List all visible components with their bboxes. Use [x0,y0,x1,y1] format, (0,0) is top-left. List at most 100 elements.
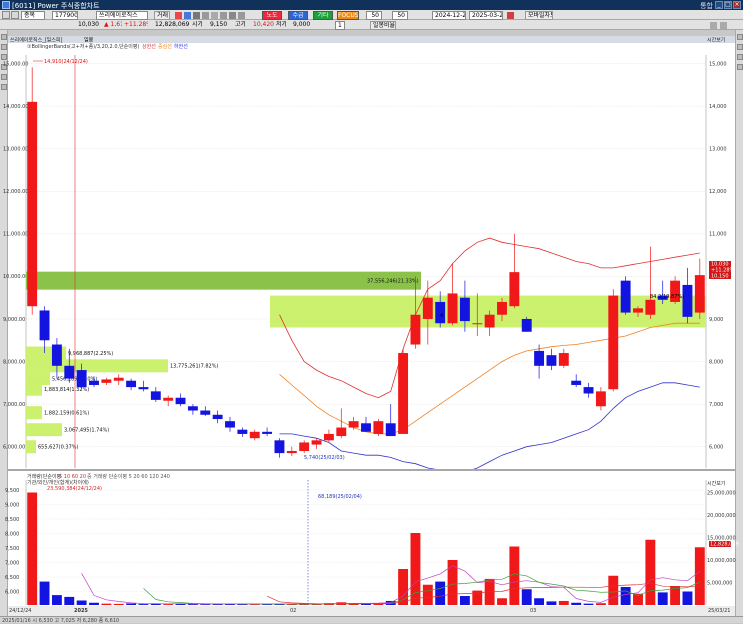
setting-icon[interactable] [193,12,200,19]
candle-up [113,377,124,381]
close-icon[interactable]: × [733,1,741,9]
volume-profile-label: 655,627(0.37%) [38,445,79,451]
toolbar-row-1: 종목 177900 쓰리에이로직스 거래 노도 수급 기타 FOCUS 50 5… [0,10,743,20]
volume-profile-label: 13,775,261(7.82%) [170,364,218,370]
volume-bar-down [682,591,693,605]
candle-down [534,350,545,366]
count-a-input[interactable]: 50 [366,11,382,20]
zoom-icon[interactable] [238,12,245,19]
volume-bar-down [459,596,470,605]
volume-bar-up [447,560,458,605]
candle-up [323,433,334,441]
count-b-input[interactable]: 50 [392,11,408,20]
panel-expand-icon[interactable] [710,22,717,29]
date-to-input[interactable]: 2025-03-21 [469,11,503,20]
period-button[interactable]: 일봉비율 [370,21,396,30]
price-tick-left: 7,000.00 [3,402,25,408]
candle-up [348,421,359,428]
panel-splitter[interactable] [8,469,735,471]
candle-down [571,380,582,385]
grid-icon[interactable] [229,12,236,19]
panel-title: 쓰리에이로직스_[일스피] [10,37,62,44]
price-tick-right: 11,000 [709,232,727,238]
period-input[interactable]: 1 [335,21,345,30]
current-high-badge-text: 10,150 [711,274,729,280]
date-label-mar: 03 [530,608,536,614]
volume-tick-left: 8,500 [5,517,19,523]
volume-profile-label: 3,067,495(1.74%) [64,427,109,433]
volume-profile-label: 37,556,246(21.33%) [367,278,419,284]
volume-marker-label: 68,189(25/02/04) [318,494,362,500]
price-tick-left: 14,000.00 [3,104,28,110]
mobile-chart-button[interactable]: 모바일차트 [525,11,553,20]
indicator-legend: ①BollingerBands(고+저+종)/3,20,2.0,단순이평) [27,43,139,50]
volume-bar-down [657,592,668,605]
candle-down [361,423,371,432]
mode-focus-button[interactable]: FOCUS [337,11,359,20]
volume-profile-bar [26,359,168,373]
trade-button[interactable]: 거래 [154,11,170,20]
panel-right-label[interactable]: 시간보기 [707,37,725,44]
legend-middle-band: 중심선 [158,43,172,50]
stock-type-select[interactable]: 종목 [21,11,45,20]
color-red-icon[interactable] [175,12,182,19]
stock-code-input[interactable]: 177900 [52,11,78,20]
mode-sugeup-button[interactable]: 수급 [288,11,308,20]
low-label: 저가 [276,21,286,28]
minimize-icon[interactable]: _ [715,1,723,9]
volume-bar-down [571,602,582,605]
candle-down [459,297,470,322]
volume-panel-right-label[interactable]: 시간보기 [707,480,725,487]
candle-down [682,284,693,317]
price-change: ▲ 1,610 [104,21,122,28]
volume-tick-left: 8,000 [5,531,19,537]
lock-icon[interactable] [11,11,19,19]
price-tick-left: 12,000.00 [3,189,28,195]
status-bar: 2025/01/16 시 6,530 고 7,025 저 6,280 종 6,6… [0,616,743,624]
candle-up [373,421,384,434]
candle-up [286,450,297,454]
panel-settings-icon[interactable] [720,22,727,29]
candle-down [225,421,235,428]
save-icon[interactable] [211,12,218,19]
app-window: [6011] Power 주식종합차트 통합 _ □ × 종목 177900 쓰… [0,0,743,624]
volume-bar-up [608,575,619,605]
refresh-icon[interactable] [507,12,514,19]
volume-bar-up [410,533,421,605]
price-tick-right: 15,000 [709,61,727,67]
mode-nodo-button[interactable]: 노도 [262,11,282,20]
print-icon[interactable] [202,12,209,19]
high-value: 10,420 [253,21,274,28]
maximize-icon[interactable]: □ [724,1,732,9]
volume-bar-down [51,595,62,605]
high-label: 고가 [235,21,245,28]
chart-area[interactable]: 쓰리에이로직스_[일스피] 일봉 시간보기 ①BollingerBands(고+… [0,36,743,616]
volume-panel [8,471,735,606]
candle-down [385,423,396,437]
volume-bar-down [583,603,594,605]
volume-bar-up [558,600,569,605]
date-from-input[interactable]: 2024-12-24 [432,11,466,20]
volume-bar-down [521,589,532,605]
volume-profile-bar [26,406,42,420]
volume-bar-up [27,492,38,605]
cluster-label-a: 4 [440,313,443,319]
volume-bar-up [422,584,433,605]
max-price-label: 14,910(24/12/24) [44,59,88,65]
candle-up [101,379,112,383]
panel-tab[interactable]: 일봉 [84,37,94,44]
volume-legend-suffix: 중 거래량 단순이평 5 20 60 120 240 [87,473,170,480]
mode-gita-button[interactable]: 기타 [313,11,333,20]
copy-icon[interactable] [220,12,227,19]
menu-icon[interactable] [2,11,10,19]
stock-name-field[interactable]: 쓰리에이로직스 [96,11,148,20]
volume-bar-up [497,598,507,605]
volume-bar-down [64,596,75,605]
volume-bar-up [694,547,705,605]
price-tick-left: 11,000.00 [3,232,28,238]
volume-tick-right: 25,000,000 [707,490,736,496]
color-blue-icon[interactable] [184,12,191,19]
volume-tick-right: 5,000,000 [707,580,732,586]
volume-tick-left: 7,000 [5,560,19,566]
candle-down [212,414,223,420]
